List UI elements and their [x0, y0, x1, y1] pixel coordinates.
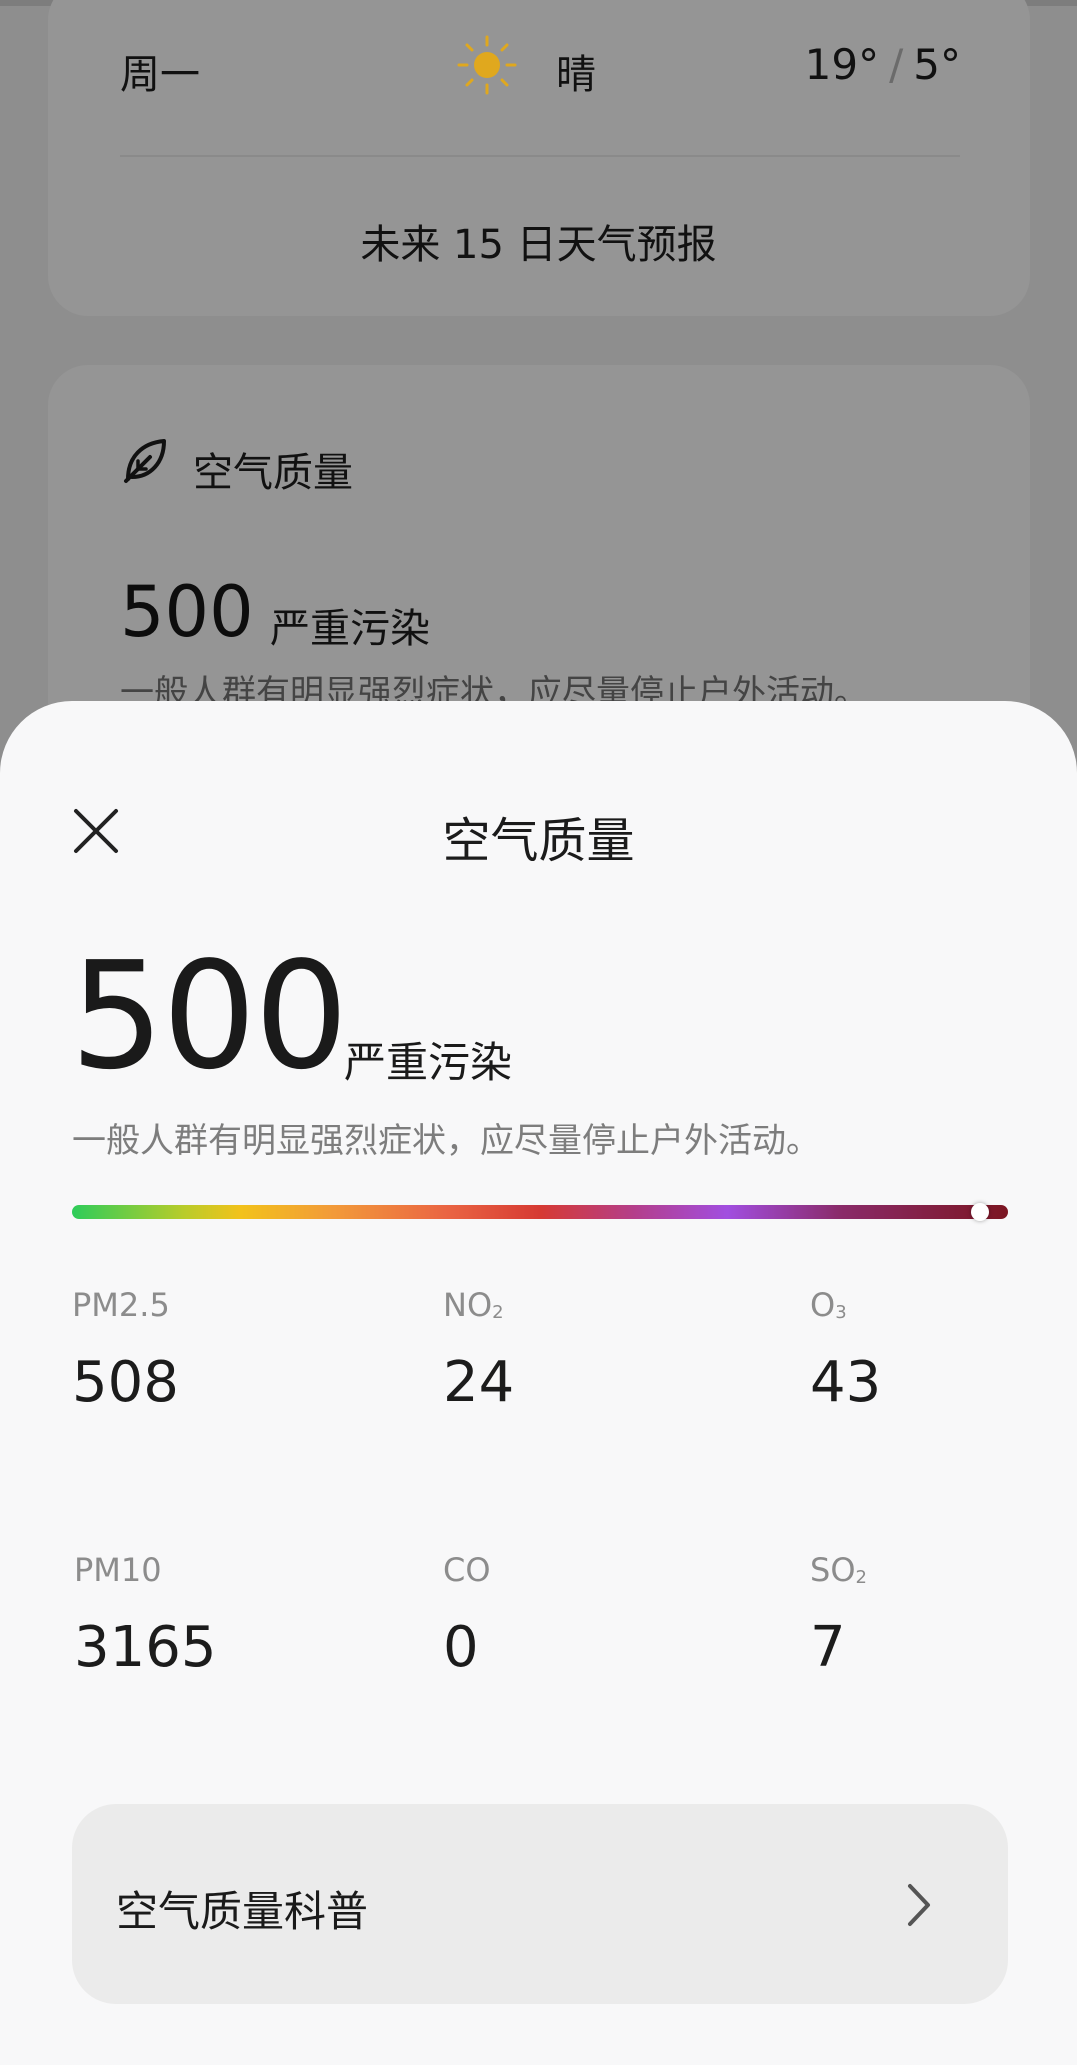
forecast-temperature: 19°/5° [805, 40, 961, 89]
pollutant-name: PM10 [74, 1551, 162, 1589]
pollutant-pm10: PM10 3165 [74, 1551, 374, 1680]
aqi-description: 一般人群有明显强烈症状，应尽量停止户外活动。 [72, 1121, 820, 1161]
pollutant-name: PM2.5 [72, 1286, 170, 1324]
sun-icon [457, 35, 517, 95]
pollutant-no2: NO2 24 [443, 1286, 743, 1415]
pollutant-name: CO [443, 1551, 491, 1589]
pollutant-co: CO 0 [443, 1551, 743, 1680]
pollutant-value: 508 [72, 1350, 179, 1415]
forecast-15-day-link[interactable]: 未来 15 日天气预报 [0, 212, 1077, 270]
air-card-value: 500 [120, 571, 254, 653]
pollutant-o3: O3 43 [810, 1286, 1077, 1415]
pollutant-so2: SO2 7 [810, 1551, 1077, 1680]
pollutant-name: NO2 [443, 1286, 504, 1324]
pollutant-value: 0 [443, 1615, 479, 1680]
air-card-level: 严重污染 [270, 606, 430, 652]
air-card-title: 空气质量 [193, 450, 353, 496]
pollutant-value: 7 [810, 1615, 846, 1680]
leaf-icon [124, 439, 166, 483]
air-quality-sheet: 空气质量 500 严重污染 一般人群有明显强烈症状，应尽量停止户外活动。 PM2… [0, 701, 1077, 2065]
forecast-day: 周一 [120, 52, 200, 98]
pollutant-pm25: PM2.5 508 [72, 1286, 372, 1415]
aqi-value: 500 [70, 930, 348, 1102]
sheet-title: 空气质量 [442, 813, 635, 869]
pollutant-name: SO2 [810, 1551, 867, 1589]
aqi-scale-indicator [970, 1203, 989, 1221]
pollutant-value: 3165 [74, 1615, 217, 1680]
temp-separator: / [889, 40, 904, 89]
pollutant-name: O3 [810, 1286, 847, 1324]
pollutant-value: 24 [443, 1350, 515, 1415]
chevron-right-icon [908, 1884, 930, 1926]
temp-high: 19° [804, 40, 880, 89]
aqi-scale-bar [72, 1205, 1008, 1219]
temp-low: 5° [913, 40, 961, 89]
forecast-divider [120, 155, 960, 157]
air-quality-info-button[interactable]: 空气质量科普 [72, 1804, 1008, 2004]
pollutant-value: 43 [810, 1350, 882, 1415]
aqi-level: 严重污染 [344, 1038, 513, 1087]
forecast-condition: 晴 [556, 52, 596, 98]
info-button-label: 空气质量科普 [116, 1887, 369, 1936]
